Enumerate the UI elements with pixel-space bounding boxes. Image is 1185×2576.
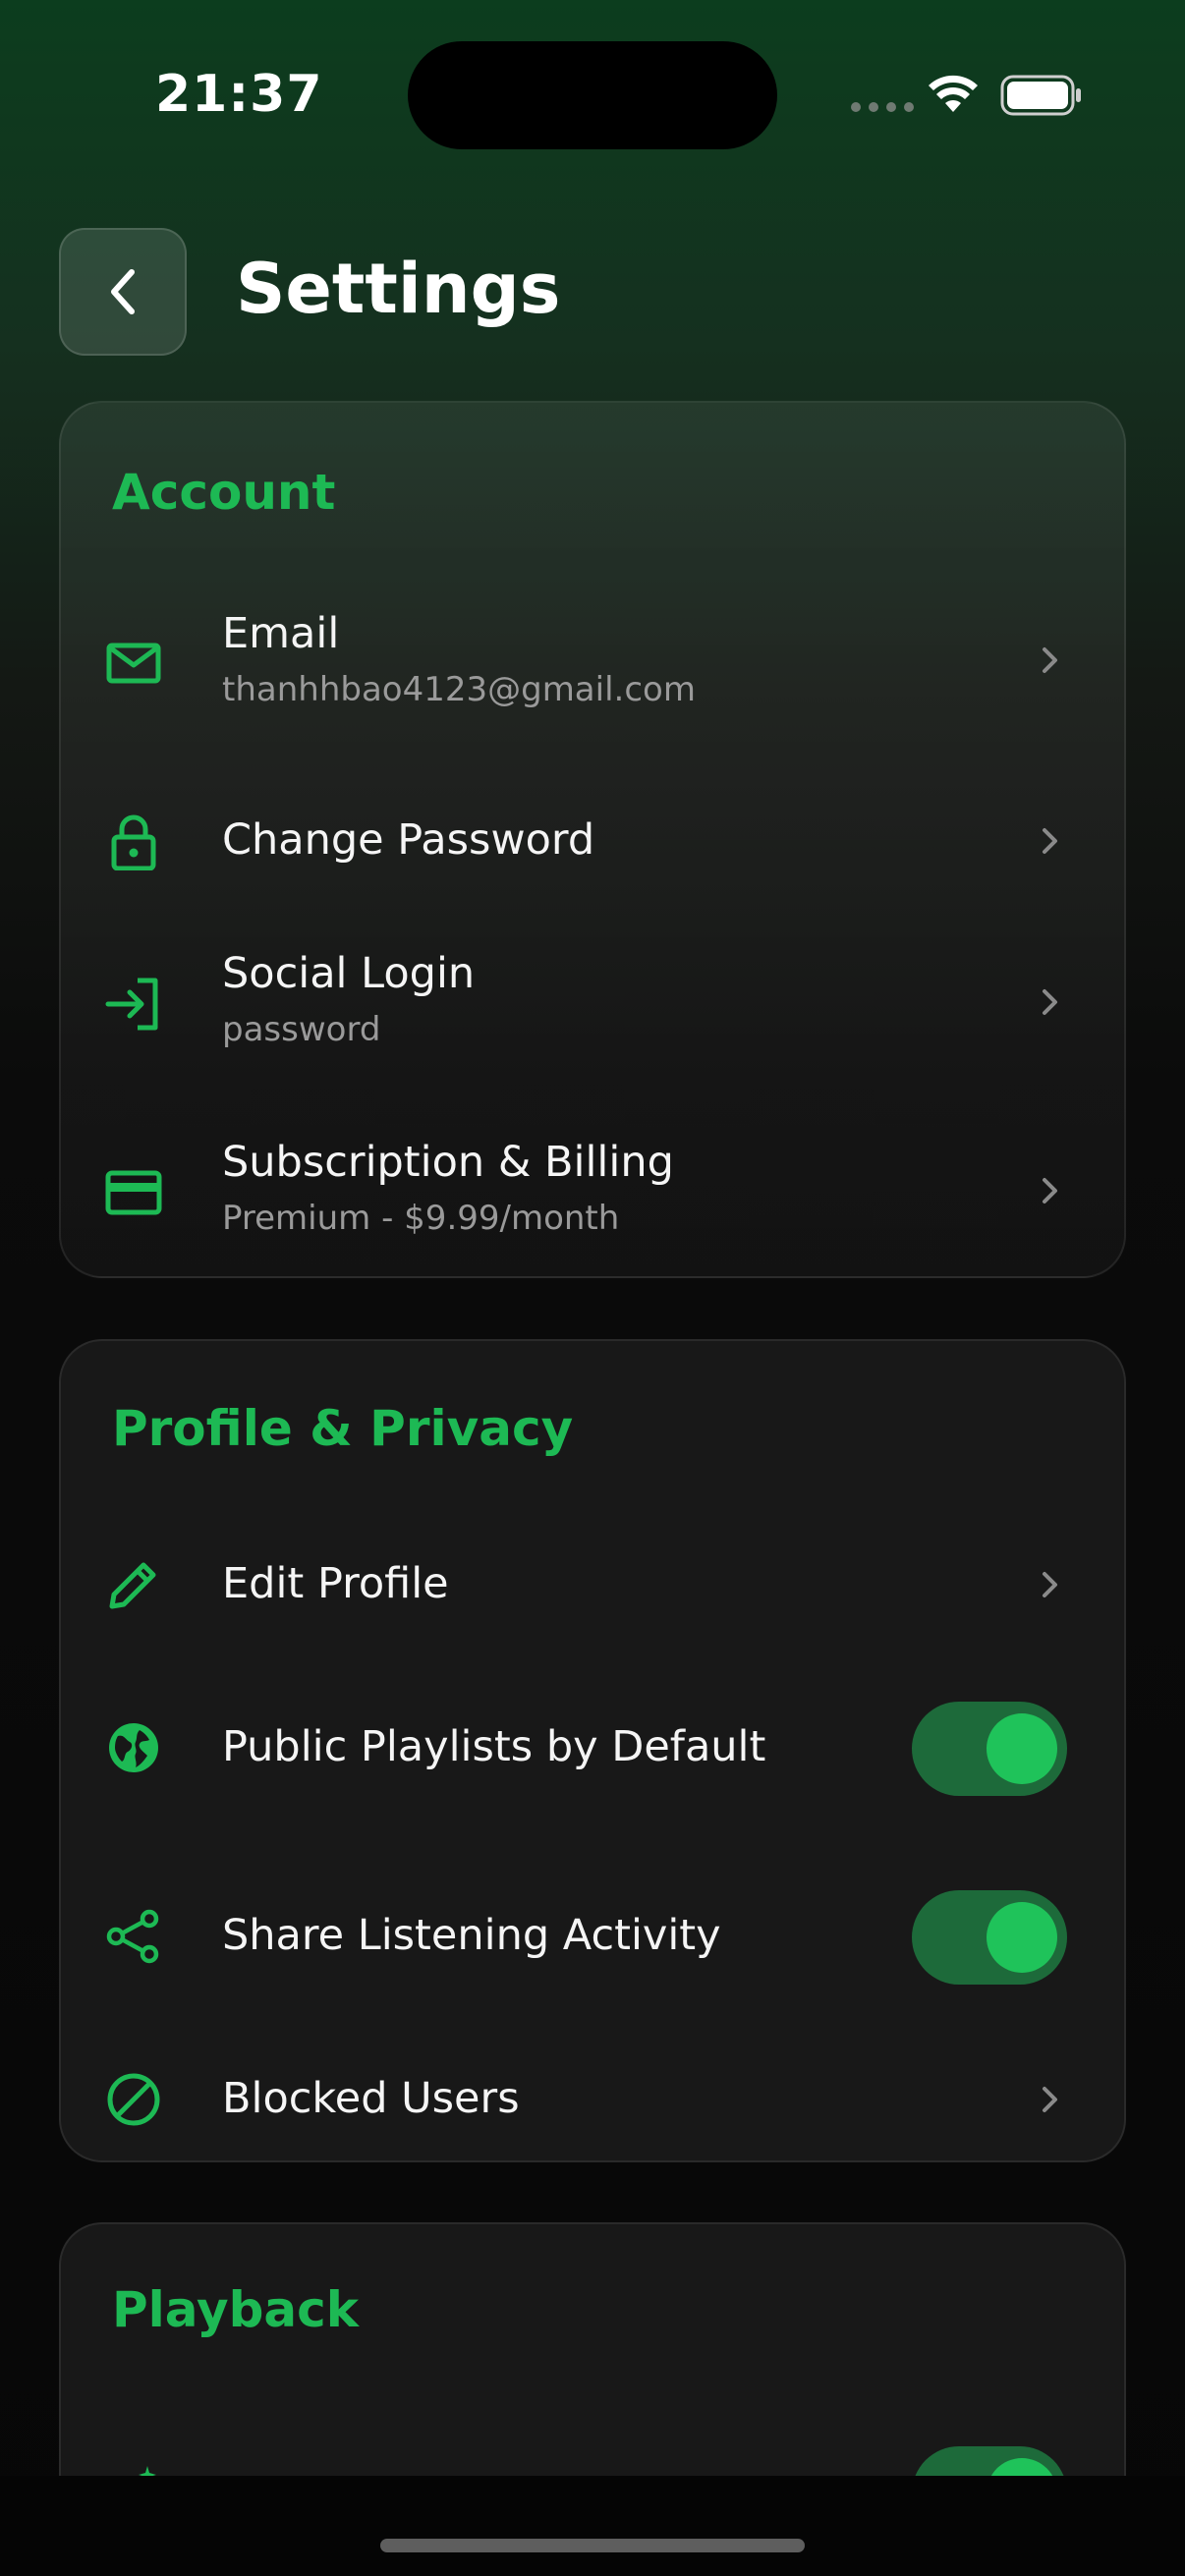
row-subtitle: thanhhbao4123@gmail.com — [222, 670, 696, 709]
settings-screen: 21:37 Settings Account Email thanhhbao41… — [0, 0, 1185, 2576]
home-indicator[interactable] — [380, 2539, 805, 2552]
row-label: Change Password — [222, 815, 595, 865]
wifi-icon — [929, 75, 978, 112]
section-title-privacy: Profile & Privacy — [112, 1400, 574, 1457]
chevron-right-icon — [1043, 647, 1057, 673]
toggle-knob — [987, 1902, 1057, 1973]
back-button[interactable] — [59, 228, 187, 356]
settings-row-email[interactable]: Email thanhhbao4123@gmail.com — [61, 595, 1124, 723]
share-listening-toggle[interactable] — [912, 1890, 1067, 1985]
status-time: 21:37 — [155, 65, 323, 124]
login-icon — [105, 978, 158, 1031]
status-bar: 21:37 — [0, 0, 1185, 196]
cellular-signal-icon — [851, 102, 914, 112]
row-subtitle: password — [222, 1010, 381, 1049]
row-label: Share Listening Activity — [222, 1911, 721, 1960]
lock-icon — [111, 814, 156, 870]
bottom-safe-area — [0, 2476, 1185, 2576]
mail-icon — [106, 643, 161, 684]
settings-row-blocked-users[interactable]: Blocked Users — [61, 2037, 1124, 2164]
dynamic-island — [408, 41, 777, 149]
row-label: Email — [222, 609, 340, 658]
chevron-left-icon — [111, 269, 135, 314]
settings-row-social-login[interactable]: Social Login password — [61, 941, 1124, 1069]
row-label: Social Login — [222, 949, 476, 998]
toggle-knob — [987, 1713, 1057, 1784]
blocked-icon — [107, 2073, 160, 2126]
profile-privacy-section: Profile & Privacy Edit Profile Public Pl… — [59, 1339, 1126, 2162]
row-label: Public Playlists by Default — [222, 1722, 766, 1771]
row-label: Blocked Users — [222, 2074, 520, 2123]
settings-row-change-password[interactable]: Change Password — [61, 778, 1124, 906]
settings-row-share-listening: Share Listening Activity — [61, 1874, 1124, 2001]
row-subtitle: Premium - $9.99/month — [222, 1199, 620, 1238]
settings-row-edit-profile[interactable]: Edit Profile — [61, 1522, 1124, 1650]
chevron-right-icon — [1043, 1572, 1057, 1597]
page-title: Settings — [236, 249, 561, 329]
settings-row-public-playlists: Public Playlists by Default — [61, 1685, 1124, 1813]
section-title-account: Account — [112, 464, 336, 521]
credit-card-icon — [105, 1170, 162, 1215]
pencil-icon — [109, 1562, 156, 1609]
account-section: Account Email thanhhbao4123@gmail.com Ch… — [59, 401, 1126, 1278]
chevron-right-icon — [1043, 1178, 1057, 1204]
chevron-right-icon — [1043, 2087, 1057, 2112]
chevron-right-icon — [1043, 989, 1057, 1015]
public-playlists-toggle[interactable] — [912, 1702, 1067, 1796]
share-icon — [106, 1909, 159, 1964]
settings-row-subscription-billing[interactable]: Subscription & Billing Premium - $9.99/m… — [61, 1130, 1124, 1258]
section-title-playback: Playback — [112, 2281, 360, 2338]
row-label: Edit Profile — [222, 1559, 449, 1608]
battery-icon — [1000, 75, 1081, 116]
globe-icon — [109, 1723, 158, 1772]
row-label: Subscription & Billing — [222, 1138, 674, 1187]
chevron-right-icon — [1043, 828, 1057, 854]
